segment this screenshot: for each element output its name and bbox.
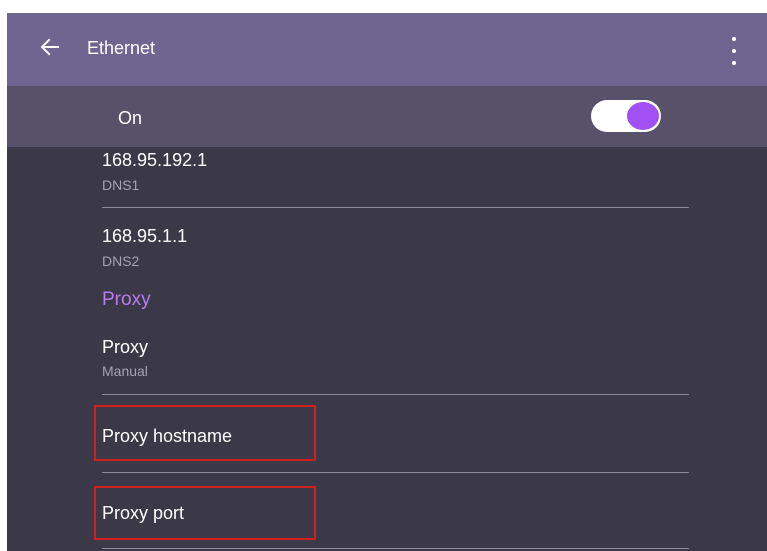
proxy-section-header: Proxy xyxy=(102,289,151,310)
list-item-proxy-port[interactable]: Proxy port xyxy=(102,502,689,532)
app-bar: Ethernet xyxy=(7,13,767,86)
list-item-dns2[interactable]: 168.95.1.1 DNS2 xyxy=(102,225,689,283)
dns1-value: 168.95.192.1 xyxy=(102,150,208,170)
list-item-proxy[interactable]: Proxy Manual xyxy=(102,336,689,392)
list-item-proxy-hostname[interactable]: Proxy hostname xyxy=(102,425,689,455)
settings-window: Ethernet On 168.95.192.1 DNS1 168.95.1.1… xyxy=(7,13,767,551)
toggle-knob xyxy=(627,102,659,130)
list-item-dns1[interactable]: 168.95.192.1 DNS1 xyxy=(102,149,689,207)
arrow-back-icon[interactable] xyxy=(38,35,62,59)
proxy-hostname-title: Proxy hostname xyxy=(102,426,233,446)
proxy-value: Manual xyxy=(102,363,148,379)
proxy-port-title: Proxy port xyxy=(102,503,185,523)
divider xyxy=(102,472,689,473)
divider xyxy=(102,394,689,395)
master-switch-bar[interactable]: On xyxy=(7,86,767,147)
ethernet-toggle[interactable] xyxy=(591,100,661,132)
divider xyxy=(102,548,689,549)
dns1-label: DNS1 xyxy=(102,177,140,193)
proxy-title: Proxy xyxy=(102,337,149,357)
screenshot: Ethernet On 168.95.192.1 DNS1 168.95.1.1… xyxy=(0,0,767,551)
switch-label: On xyxy=(118,108,143,128)
dns2-value: 168.95.1.1 xyxy=(102,226,188,246)
dns2-label: DNS2 xyxy=(102,253,140,269)
more-vert-icon[interactable] xyxy=(724,35,744,67)
page-title: Ethernet xyxy=(87,38,156,58)
divider xyxy=(102,207,689,208)
